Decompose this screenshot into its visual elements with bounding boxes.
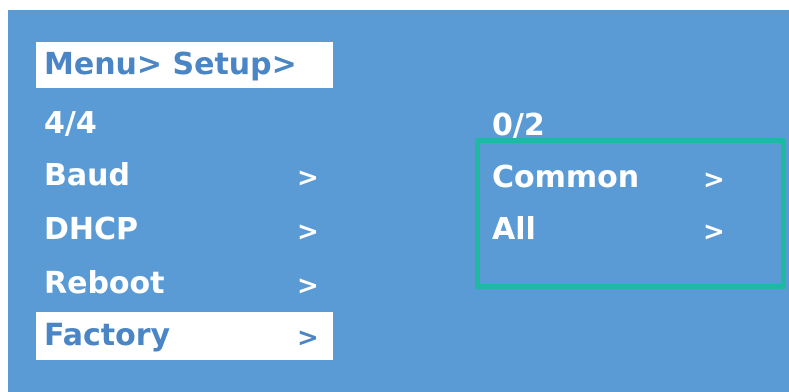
submenu-item-all-arrow: >: [703, 217, 725, 247]
left-page-indicator: 4/4: [44, 106, 97, 141]
menu-item-factory-arrow: >: [297, 323, 319, 353]
osd-menu-screen: Menu> Setup> 4/4 Baud > DHCP > Reboot > …: [8, 10, 789, 392]
submenu-item-common-arrow: >: [703, 165, 725, 195]
menu-item-dhcp-arrow: >: [297, 217, 319, 247]
menu-item-factory[interactable]: Factory: [44, 318, 170, 354]
submenu-item-all[interactable]: All: [492, 212, 536, 248]
breadcrumb: Menu> Setup>: [44, 47, 297, 82]
menu-item-baud-arrow: >: [297, 163, 319, 193]
menu-item-reboot[interactable]: Reboot: [44, 266, 164, 302]
submenu-item-common[interactable]: Common: [492, 160, 639, 196]
menu-item-reboot-arrow: >: [297, 271, 319, 301]
menu-item-baud[interactable]: Baud: [44, 158, 130, 194]
menu-item-dhcp[interactable]: DHCP: [44, 212, 138, 248]
